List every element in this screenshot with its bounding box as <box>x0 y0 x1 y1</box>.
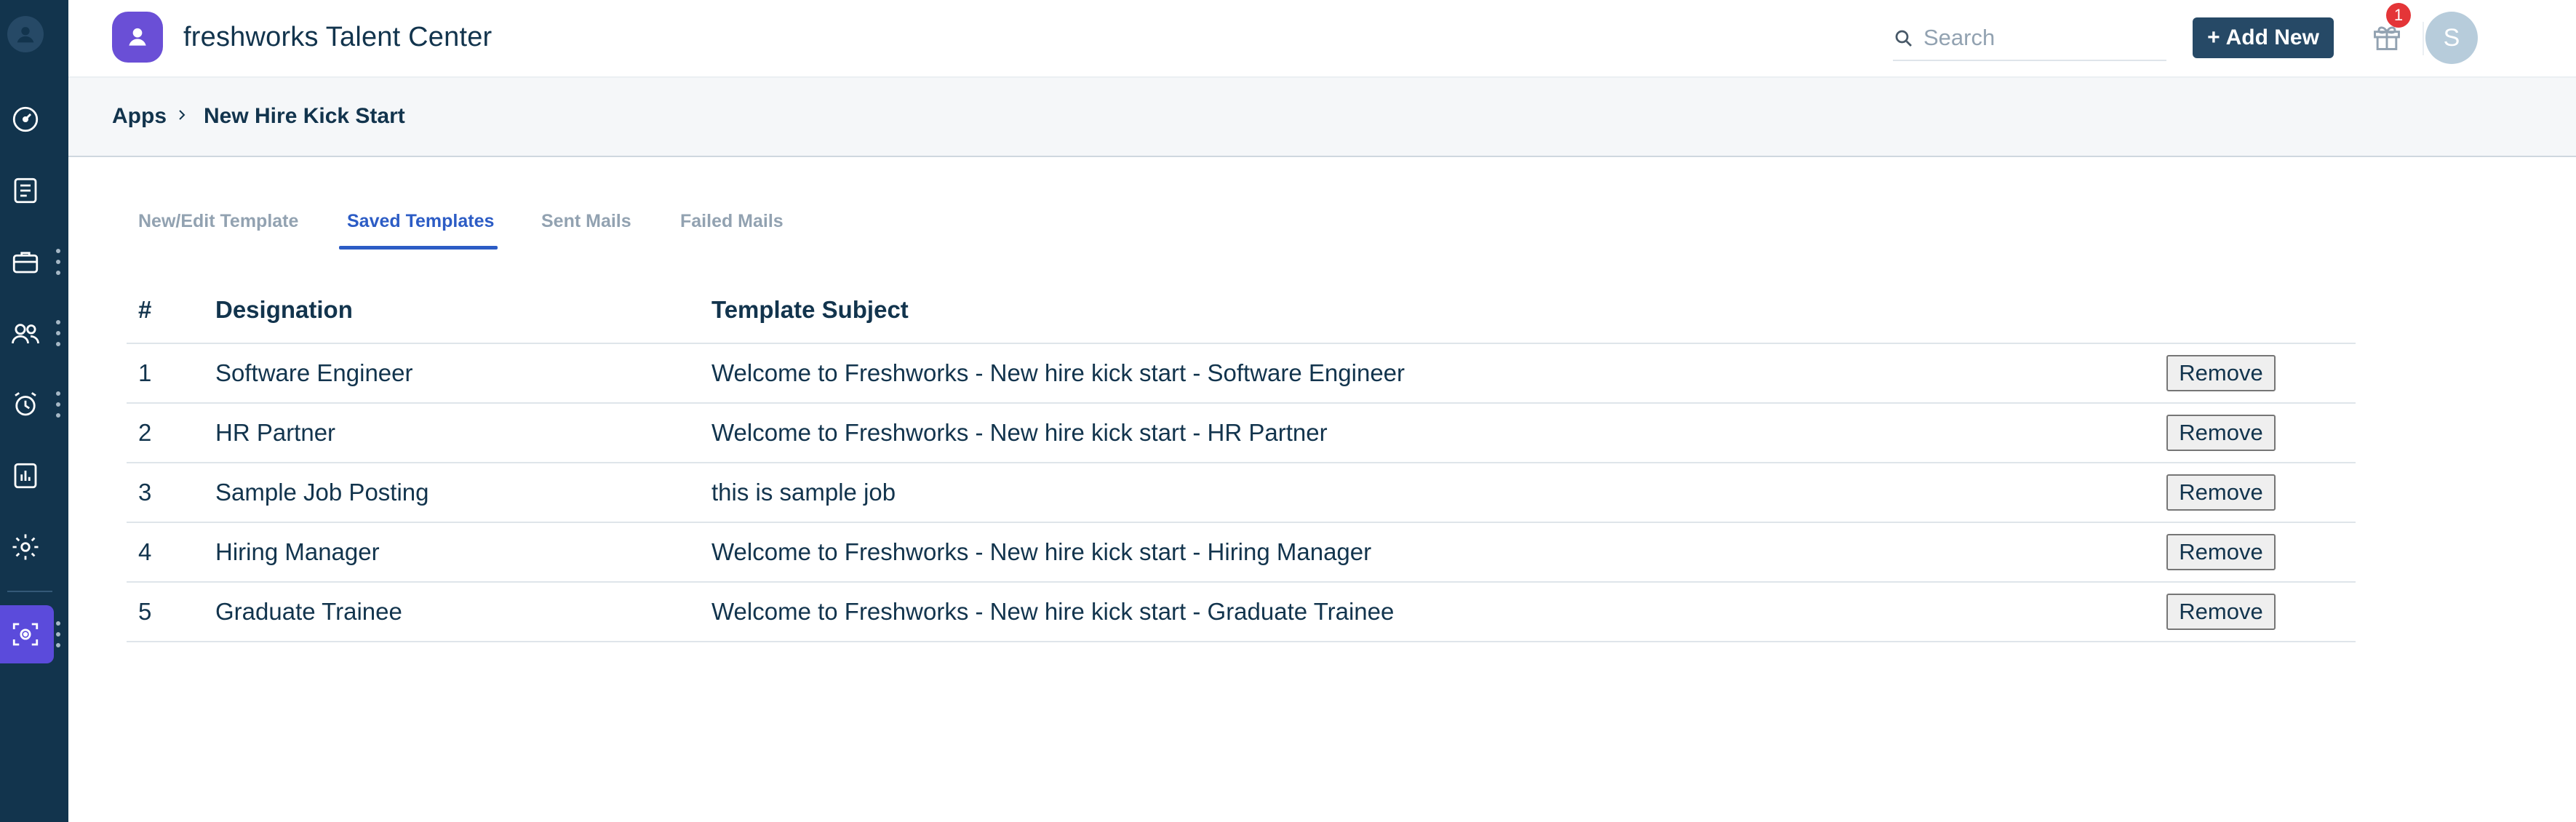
row-designation: HR Partner <box>215 403 711 463</box>
column-header-template-subject: Template Subject <box>711 276 2166 344</box>
add-new-label: Add New <box>2225 25 2319 49</box>
settings-icon[interactable] <box>0 518 51 576</box>
column-header-actions <box>2166 276 2356 344</box>
row-actions: Remove <box>2166 403 2356 463</box>
plus-icon: + <box>2207 25 2220 49</box>
tab-failed-mails[interactable]: Failed Mails <box>680 211 783 232</box>
add-new-button[interactable]: + Add New <box>2193 17 2334 58</box>
remove-button[interactable]: Remove <box>2166 355 2276 391</box>
people-icon[interactable] <box>0 304 51 362</box>
row-actions: Remove <box>2166 463 2356 523</box>
user-logo-icon[interactable] <box>7 16 44 52</box>
row-actions: Remove <box>2166 582 2356 642</box>
active-tab-indicator <box>339 246 498 250</box>
remove-button[interactable]: Remove <box>2166 415 2276 451</box>
tasks-icon[interactable] <box>0 161 51 220</box>
table-row: 5 Graduate Trainee Welcome to Freshworks… <box>127 582 2356 642</box>
remove-button[interactable]: Remove <box>2166 594 2276 630</box>
breadcrumb-current: New Hire Kick Start <box>204 104 405 128</box>
row-number: 2 <box>127 403 215 463</box>
row-template-subject: this is sample job <box>711 463 2166 523</box>
remove-button[interactable]: Remove <box>2166 474 2276 511</box>
row-number: 5 <box>127 582 215 642</box>
row-number: 4 <box>127 522 215 583</box>
tab-new-edit-template[interactable]: New/Edit Template <box>138 211 298 232</box>
search-box[interactable] <box>1893 17 2166 61</box>
apps-icon[interactable] <box>0 605 51 663</box>
notification-badge: 1 <box>2386 3 2411 28</box>
avatar[interactable]: S <box>2425 12 2478 64</box>
brand-logo-icon[interactable] <box>112 12 163 63</box>
row-template-subject: Welcome to Freshworks - New hire kick st… <box>711 522 2166 583</box>
row-template-subject: Welcome to Freshworks - New hire kick st… <box>711 403 2166 463</box>
row-number: 1 <box>127 343 215 404</box>
tab-sent-mails[interactable]: Sent Mails <box>541 211 631 232</box>
row-actions: Remove <box>2166 522 2356 583</box>
breadcrumb-apps[interactable]: Apps <box>112 104 167 129</box>
search-input[interactable] <box>1923 23 2156 52</box>
table-header-row: # Designation Template Subject <box>127 276 2356 344</box>
briefcase-icon[interactable] <box>0 233 51 291</box>
alarm-menu-dots[interactable] <box>54 391 63 418</box>
sidebar <box>0 0 68 822</box>
row-designation: Hiring Manager <box>215 522 711 583</box>
sidebar-divider <box>7 591 52 592</box>
header-divider <box>2423 22 2424 55</box>
alarm-clock-icon[interactable] <box>0 375 51 434</box>
apps-menu-dots[interactable] <box>54 621 63 647</box>
briefcase-menu-dots[interactable] <box>54 249 63 275</box>
table-row: 1 Software Engineer Welcome to Freshwork… <box>127 343 2356 404</box>
row-template-subject: Welcome to Freshworks - New hire kick st… <box>711 343 2166 404</box>
row-actions: Remove <box>2166 343 2356 404</box>
table-row: 4 Hiring Manager Welcome to Freshworks -… <box>127 522 2356 583</box>
table-row: 2 HR Partner Welcome to Freshworks - New… <box>127 403 2356 463</box>
row-number: 3 <box>127 463 215 523</box>
row-designation: Software Engineer <box>215 343 711 404</box>
breadcrumb: Apps New Hire Kick Start <box>68 78 2576 157</box>
people-menu-dots[interactable] <box>54 320 63 346</box>
tab-saved-templates[interactable]: Saved Templates <box>347 211 494 232</box>
row-template-subject: Welcome to Freshworks - New hire kick st… <box>711 582 2166 642</box>
column-header-number: # <box>127 276 215 344</box>
chevron-right-icon <box>179 110 186 120</box>
remove-button[interactable]: Remove <box>2166 534 2276 570</box>
reports-icon[interactable] <box>0 447 51 505</box>
app-title: freshworks Talent Center <box>183 22 493 52</box>
search-icon <box>1895 30 1912 47</box>
row-designation: Graduate Trainee <box>215 582 711 642</box>
dashboard-icon[interactable] <box>0 90 51 148</box>
column-header-designation: Designation <box>215 276 711 344</box>
saved-templates-table: # Designation Template Subject 1 Softwar… <box>127 276 2356 642</box>
table-row: 3 Sample Job Posting this is sample job … <box>127 463 2356 523</box>
row-designation: Sample Job Posting <box>215 463 711 523</box>
